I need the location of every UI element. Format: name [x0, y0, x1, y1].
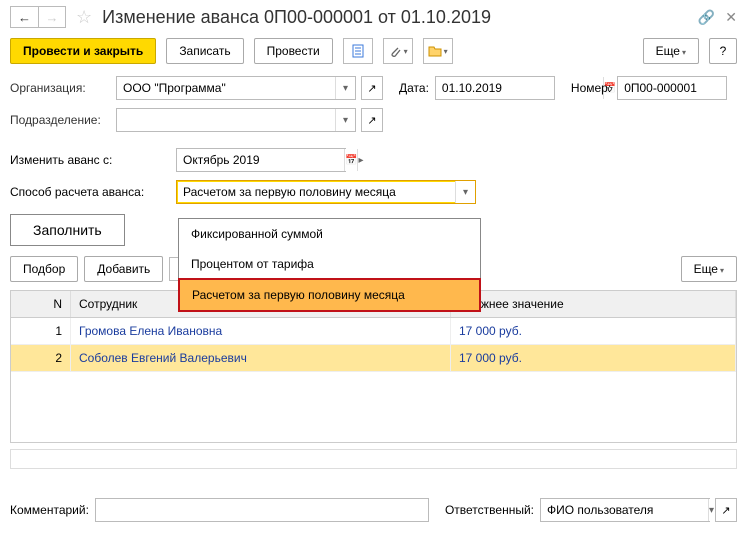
employee-link[interactable]: Соболев Евгений Валерьевич — [71, 345, 451, 371]
row-number: 1 — [11, 318, 71, 344]
help-button[interactable]: ? — [709, 38, 737, 64]
close-icon[interactable]: ✕ — [725, 9, 737, 26]
col-prev-value[interactable]: Прежнее значение — [451, 291, 736, 317]
dept-label: Подразделение: — [10, 113, 110, 127]
more-button[interactable]: Еще▾ — [643, 38, 699, 64]
open-ref-icon[interactable]: ↗ — [361, 76, 383, 100]
prev-value: 17 000 руб. — [451, 345, 736, 371]
comment-label: Комментарий: — [10, 503, 89, 517]
favorite-star-icon[interactable]: ☆ — [76, 7, 92, 28]
post-button[interactable]: Провести — [254, 38, 333, 64]
table-row[interactable]: 1 Громова Елена Ивановна 17 000 руб. — [11, 318, 736, 345]
number-label: Номер: — [571, 81, 611, 95]
dropdown-icon[interactable]: ▾ — [335, 109, 355, 131]
number-input[interactable] — [618, 78, 747, 98]
pick-button[interactable]: Подбор — [10, 256, 78, 282]
open-ref-icon[interactable]: ↗ — [361, 108, 383, 132]
prev-value: 17 000 руб. — [451, 318, 736, 344]
method-dropdown: Фиксированной суммой Процентом от тарифа… — [178, 218, 481, 312]
dropdown-icon[interactable]: ▾ — [335, 77, 355, 99]
table-more-button[interactable]: Еще▾ — [681, 256, 737, 282]
responsible-input[interactable] — [541, 500, 708, 520]
employees-grid: N Сотрудник Прежнее значение 1 Громова Е… — [10, 290, 737, 443]
spinner-icon[interactable]: ▸ — [357, 149, 363, 171]
date-label: Дата: — [399, 81, 429, 95]
folder-icon[interactable]: ▾ — [423, 38, 453, 64]
org-input[interactable] — [117, 78, 335, 98]
comment-input[interactable] — [96, 500, 428, 520]
grid-empty-area — [11, 372, 736, 442]
employee-link[interactable]: Громова Елена Ивановна — [71, 318, 451, 344]
save-button[interactable]: Записать — [166, 38, 243, 64]
col-number[interactable]: N — [11, 291, 71, 317]
dropdown-option[interactable]: Фиксированной суммой — [179, 219, 480, 249]
dropdown-icon[interactable]: ▾ — [708, 499, 714, 521]
responsible-label: Ответственный: — [445, 503, 534, 517]
attachment-icon[interactable]: ▾ — [383, 38, 413, 64]
from-label: Изменить аванс с: — [10, 153, 170, 167]
from-input[interactable] — [177, 150, 344, 170]
link-icon[interactable]: 🔗 — [698, 9, 715, 26]
report-icon[interactable] — [343, 38, 373, 64]
post-and-close-button[interactable]: Провести и закрыть — [10, 38, 156, 64]
status-line — [10, 449, 737, 469]
dept-input[interactable] — [117, 110, 335, 130]
calendar-icon[interactable]: 📅 — [344, 149, 357, 171]
chevron-down-icon: ▾ — [404, 47, 408, 56]
dropdown-icon[interactable]: ▾ — [455, 181, 475, 203]
open-ref-icon[interactable]: ↗ — [715, 498, 737, 522]
chevron-down-icon: ▾ — [444, 47, 448, 56]
dropdown-option[interactable]: Процентом от тарифа — [179, 249, 480, 279]
table-row-selected[interactable]: 2 Соболев Евгений Валерьевич 17 000 руб. — [11, 345, 736, 372]
row-number: 2 — [11, 345, 71, 371]
dropdown-option-selected[interactable]: Расчетом за первую половину месяца — [178, 278, 481, 312]
window-title: Изменение аванса 0П00-000001 от 01.10.20… — [102, 7, 692, 28]
org-label: Организация: — [10, 81, 110, 95]
method-label: Способ расчета аванса: — [10, 185, 170, 199]
nav-forward-button[interactable]: → — [38, 6, 66, 28]
method-combo[interactable] — [177, 182, 455, 202]
add-button[interactable]: Добавить — [84, 256, 163, 282]
fill-button[interactable]: Заполнить — [10, 214, 125, 246]
nav-back-button[interactable]: ← — [10, 6, 38, 28]
